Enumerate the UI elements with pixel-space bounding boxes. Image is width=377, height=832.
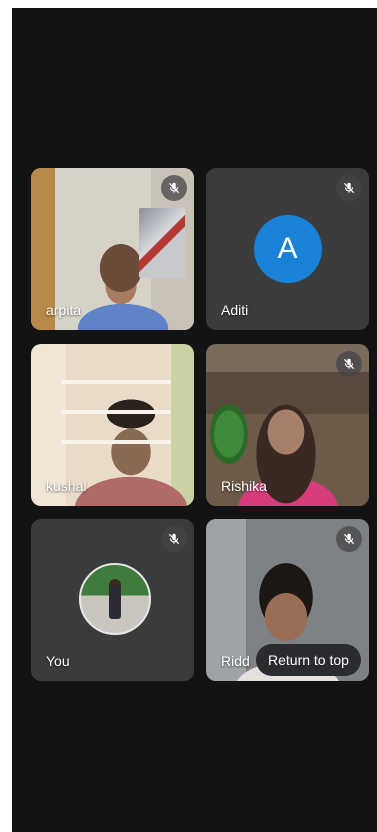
mic-off-icon xyxy=(336,175,362,201)
participant-name: arpita xyxy=(46,302,82,318)
shelf xyxy=(61,440,171,444)
participant-tile-rishika[interactable]: Rishika xyxy=(206,344,369,506)
plant xyxy=(210,404,248,464)
mic-off-icon xyxy=(336,526,362,552)
mic-off-icon xyxy=(161,175,187,201)
participant-tile-you[interactable]: You xyxy=(31,519,194,681)
avatar-person xyxy=(108,579,121,619)
participant-name: Ridd xyxy=(221,653,250,669)
participant-name: Aditi xyxy=(221,302,249,318)
participant-name: You xyxy=(46,653,70,669)
wall-poster xyxy=(139,208,185,278)
shelf xyxy=(61,380,171,384)
avatar xyxy=(78,563,151,635)
participant-name: Rishika xyxy=(221,478,267,494)
participant-tile-arpita[interactable]: arpita xyxy=(31,168,194,330)
avatar: A xyxy=(253,215,322,283)
return-to-top-button[interactable]: Return to top xyxy=(256,644,361,676)
participant-name: kushal xyxy=(46,478,87,494)
mic-off-icon xyxy=(336,351,362,377)
meeting-grid-screen: arpita A Aditi kushal Rishika You Ridd R… xyxy=(12,8,377,832)
shelf xyxy=(61,410,171,414)
mic-off-icon xyxy=(161,526,187,552)
participant-tile-kushal[interactable]: kushal xyxy=(31,344,194,506)
participant-tile-aditi[interactable]: A Aditi xyxy=(206,168,369,330)
